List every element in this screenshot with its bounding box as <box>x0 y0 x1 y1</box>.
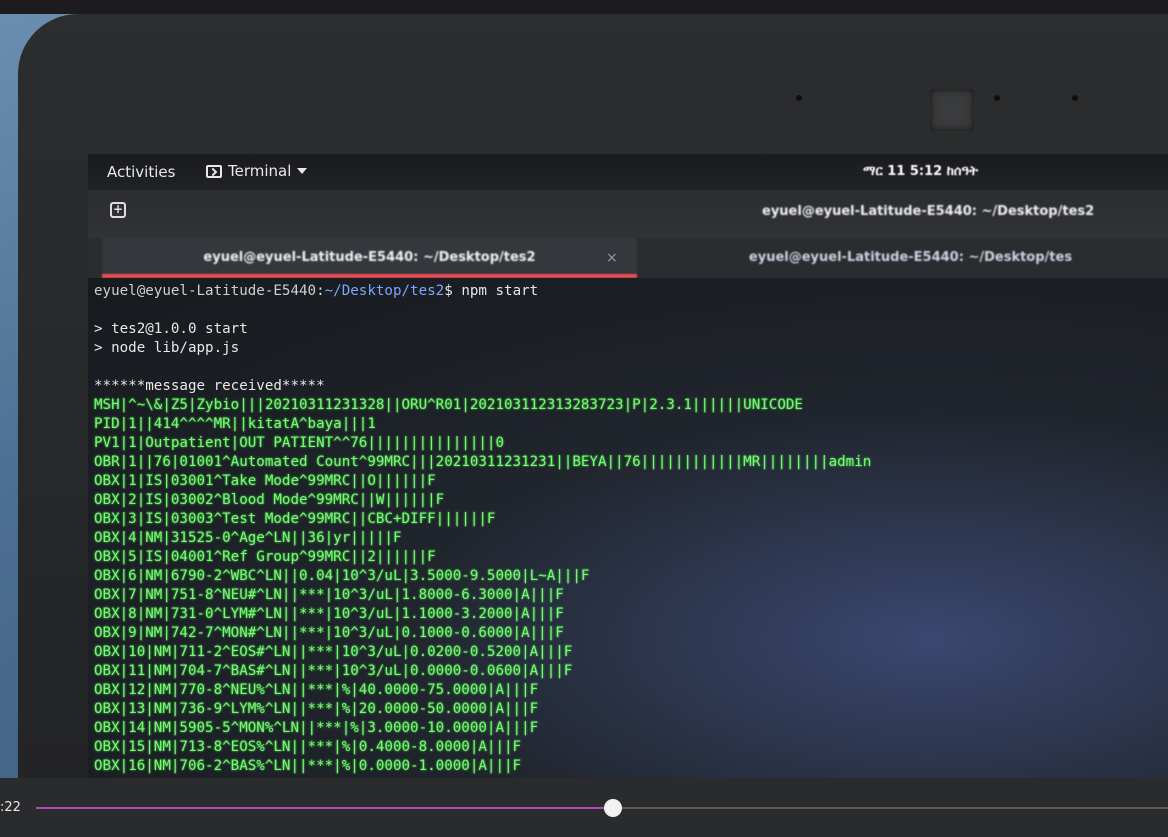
sensor-dot <box>796 95 802 101</box>
app-menu-label: Terminal <box>228 162 292 180</box>
terminal-header-bar: + eyuel@eyuel-Latitude-E5440: ~/Desktop/… <box>88 190 1168 238</box>
npm-output-line: > tes2@1.0.0 start <box>94 321 248 337</box>
webcam-icon <box>930 89 974 131</box>
chevron-down-icon <box>297 168 308 174</box>
playback-time: :22 <box>0 800 21 815</box>
hl7-segment-line: OBX|5|IS|04001^Ref Group^99MRC||2||||||F <box>94 549 436 565</box>
hl7-segment-line: OBX|4|NM|31525-0^Age^LN||36|yr|||||F <box>94 530 402 546</box>
hl7-segment-line: OBX|11|NM|704-7^BAS#^LN||***|10^3/uL|0.0… <box>94 663 573 679</box>
command-text: npm start <box>461 283 539 299</box>
app-menu[interactable]: Terminal <box>206 162 308 180</box>
seek-handle[interactable] <box>604 799 623 817</box>
tab-tes2[interactable]: eyuel@eyuel-Latitude-E5440: ~/Desktop/te… <box>102 238 637 278</box>
hl7-segment-line: OBX|10|NM|711-2^EOS#^LN||***|10^3/uL|0.0… <box>94 644 573 660</box>
prompt-user: eyuel@eyuel-Latitude-E5440 <box>94 283 317 299</box>
hl7-segment-line: OBR|1||76|01001^Automated Count^99MRC|||… <box>94 454 872 470</box>
hl7-segment-line: PV1|1|Outpatient|OUT PATIENT^^76||||||||… <box>94 435 504 451</box>
hl7-segment-line: OBX|6|NM|6790-2^WBC^LN||0.04|10^3/uL|3.5… <box>94 568 590 584</box>
hl7-segment-line: OBX|9|NM|742-7^MON#^LN||***|10^3/uL|0.10… <box>94 625 564 641</box>
hl7-segment-line: PID|1||414^^^^MR||kitatA^baya|||1 <box>94 416 376 432</box>
sensor-dot <box>994 95 1000 101</box>
hl7-segment-line: OBX|7|NM|751-8^NEU#^LN||***|10^3/uL|1.80… <box>94 587 564 603</box>
prompt-path: ~/Desktop/tes2 <box>324 283 445 299</box>
hl7-segment-line: OBX|13|NM|736-9^LYM%^LN||***|%|20.0000-5… <box>94 701 539 717</box>
message-header: ******message received***** <box>94 378 325 394</box>
hl7-segment-line: MSH|^~\&|Z5|Zybio|||20210311231328||ORU^… <box>94 397 803 413</box>
window-title: eyuel@eyuel-Latitude-E5440: ~/Desktop/te… <box>762 204 1095 219</box>
hl7-segment-line: OBX|16|NM|706-2^BAS%^LN||***|%|0.0000-1.… <box>94 758 522 774</box>
hl7-segment-line: OBX|2|IS|03002^Blood Mode^99MRC||W||||||… <box>94 492 445 508</box>
tab-bar: eyuel@eyuel-Latitude-E5440: ~/Desktop/te… <box>88 238 1168 278</box>
close-icon[interactable]: × <box>606 250 618 266</box>
video-player-bar: :22 <box>0 778 1168 837</box>
hl7-segment-line: OBX|1|IS|03001^Take Mode^99MRC||O||||||F <box>94 473 436 489</box>
top-strip <box>0 0 1168 14</box>
sensor-dot <box>1072 95 1078 101</box>
prompt-line: eyuel@eyuel-Latitude-E5440:~/Desktop/tes… <box>94 283 539 299</box>
seek-progress <box>36 807 614 809</box>
activities-button[interactable]: Activities <box>107 163 175 181</box>
hl7-message: MSH|^~\&|Z5|Zybio|||20210311231328||ORU^… <box>94 396 1168 776</box>
hl7-segment-line: OBX|8|NM|731-0^LYM#^LN||***|10^3/uL|1.10… <box>94 606 564 622</box>
seek-bar[interactable] <box>36 799 1168 817</box>
laptop-screen: Activities Terminal ማር 11 5:12 ከሰዓት + ey… <box>88 154 1168 780</box>
terminal-icon <box>206 164 222 178</box>
hl7-segment-line: OBX|15|NM|713-8^EOS%^LN||***|%|0.4000-8.… <box>94 739 522 755</box>
npm-output-line: > node lib/app.js <box>94 340 240 356</box>
hl7-segment-line: OBX|12|NM|770-8^NEU%^LN||***|%|40.0000-7… <box>94 682 539 698</box>
tab-label: eyuel@eyuel-Latitude-E5440: ~/Desktop/te… <box>748 250 1073 265</box>
tab-tes[interactable]: eyuel@eyuel-Latitude-E5440: ~/Desktop/te… <box>643 238 1168 278</box>
clock[interactable]: ማር 11 5:12 ከሰዓት <box>863 164 978 179</box>
hl7-segment-line: OBX|3|IS|03003^Test Mode^99MRC||CBC+DIFF… <box>94 511 496 527</box>
terminal-output[interactable]: eyuel@eyuel-Latitude-E5440:~/Desktop/tes… <box>88 278 1168 780</box>
new-tab-icon[interactable]: + <box>110 202 126 218</box>
tab-label: eyuel@eyuel-Latitude-E5440: ~/Desktop/te… <box>203 250 536 265</box>
hl7-segment-line: OBX|14|NM|5905-5^MON%^LN||***|%|3.0000-1… <box>94 720 539 736</box>
gnome-top-bar: Activities Terminal ማር 11 5:12 ከሰዓት <box>88 154 1168 190</box>
